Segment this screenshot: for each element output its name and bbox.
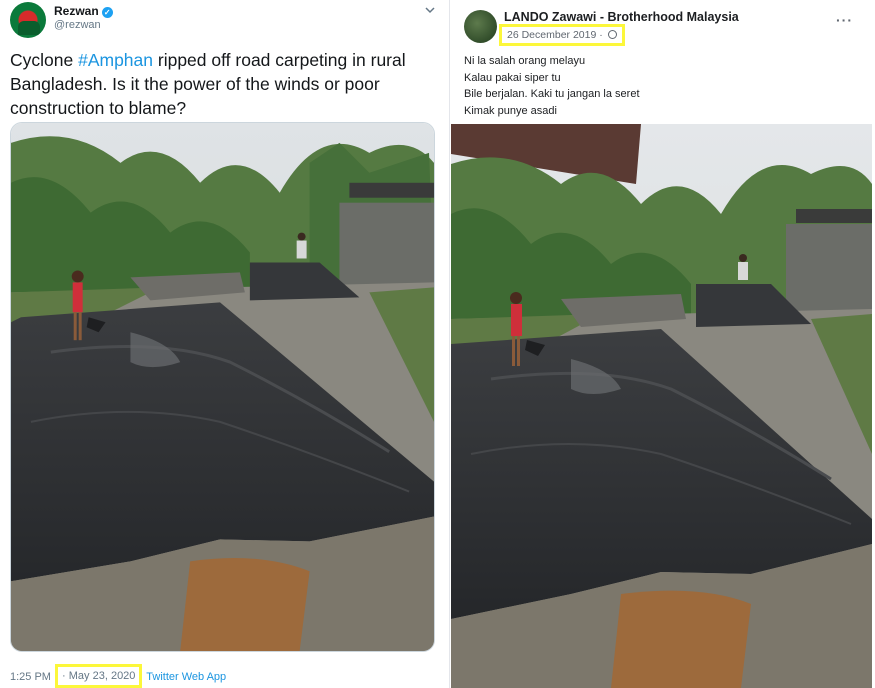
facebook-post-card: LANDO Zawawi - Brotherhood Malaysia 26 D… [449,0,875,688]
tweet-date[interactable]: May 23, 2020 [69,670,136,682]
facebook-author-name[interactable]: LANDO Zawawi - Brotherhood Malaysia [504,10,739,24]
tweet-photo[interactable] [10,122,435,652]
facebook-date-highlight: 26 December 2019 · [499,24,625,46]
hashtag-link[interactable]: #Amphan [78,50,153,70]
tweet-text-part-1: Cyclone [10,50,79,70]
facebook-post-line: Bile berjalan. Kaki tu jangan la seret [464,88,640,100]
globe-icon [607,30,617,39]
facebook-post-line: Kimak punye asadi [464,104,557,117]
tweet-date-highlight: · May 23, 2020 [55,664,143,688]
tweet-source-app[interactable]: Twitter Web App [146,671,226,683]
facebook-post-line: Kalau pakai siper tu [464,71,561,84]
tweet-author-name[interactable]: Rezwan [54,4,99,18]
tweet-author-name-row[interactable]: Rezwan ✓ [54,4,113,18]
verified-badge-icon: ✓ [101,7,113,18]
tweet-meta: 1:25 PM · May 23, 2020 Twitter Web App [10,664,226,688]
tweet-author-avatar[interactable] [10,2,46,38]
facebook-post-text: Ni la salah orang melayu Kalau pakai sip… [464,53,640,119]
facebook-author-avatar[interactable] [464,10,497,43]
tweet-time[interactable]: 1:25 PM [10,671,51,683]
tweet-author-handle[interactable]: @rezwan [54,19,101,31]
facebook-date[interactable]: 26 December 2019 [507,29,596,41]
more-options-icon[interactable]: ··· [836,12,853,28]
chevron-down-icon[interactable] [424,4,436,16]
tweet-card: Rezwan ✓ @rezwan Cyclone #Amphan ripped o… [0,0,443,688]
tweet-text: Cyclone #Amphan ripped off road carpetin… [10,48,430,120]
facebook-date-dot: · [599,29,603,41]
facebook-photo[interactable] [451,124,872,688]
tweet-separator: · [62,670,66,682]
facebook-post-line: Ni la salah orang melayu [464,55,586,67]
